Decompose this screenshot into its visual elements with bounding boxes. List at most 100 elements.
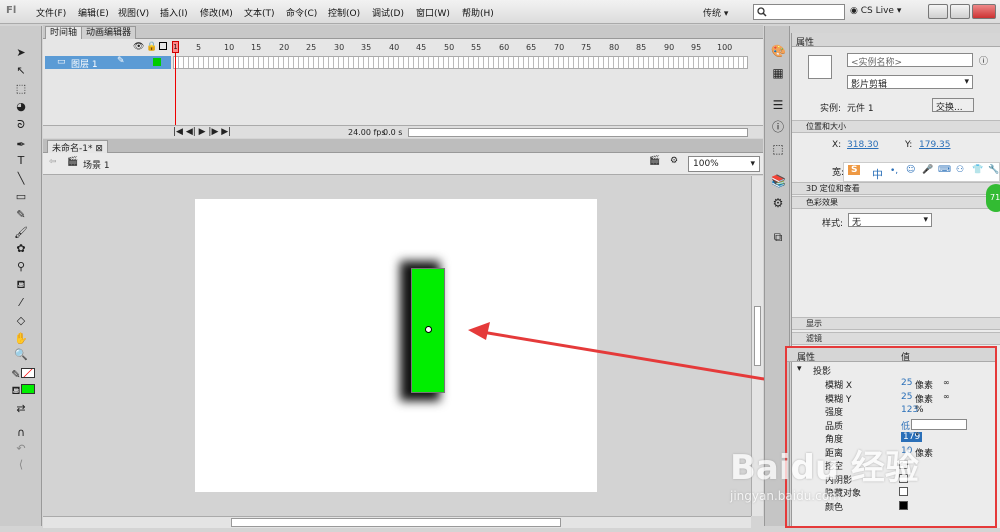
close-button[interactable] (972, 4, 996, 19)
link-icon[interactable]: ∞ (943, 392, 950, 401)
restore-button[interactable] (950, 4, 970, 19)
eyedropper-tool-icon[interactable]: ⁄ (13, 296, 29, 310)
transform-panel-icon[interactable]: ⬚ (771, 142, 785, 156)
frame-grid[interactable] (173, 56, 748, 69)
layer-row[interactable]: ▭ 图层 1 ✎ (45, 56, 171, 70)
position-size-section[interactable]: 位置和大小 (792, 120, 1000, 133)
wrench-icon[interactable]: 🔧 (988, 165, 999, 175)
filter-row[interactable]: 品质 低 (787, 418, 995, 432)
playback-controls[interactable]: |◀ ◀| ▶ |▶ ▶| (173, 127, 231, 137)
zoom-tool-icon[interactable]: 🔍 (13, 348, 29, 362)
paint-bucket-tool-icon[interactable]: ⛾ (13, 278, 29, 292)
edit-symbol-icon[interactable]: ⚙ (670, 156, 678, 166)
filter-row[interactable]: 模糊 Y 25 像素 ∞ (787, 392, 995, 405)
minimize-button[interactable] (928, 4, 948, 19)
skin-icon[interactable]: 👕 (972, 165, 983, 175)
color-panel-icon[interactable]: 🎨 (771, 44, 786, 58)
outline-icon[interactable] (159, 42, 167, 50)
keyboard-icon[interactable]: ⌨ (938, 165, 951, 175)
stroke-color-swatch[interactable]: ✎ (8, 368, 38, 382)
swap-button[interactable]: 交换... (932, 98, 974, 113)
menu-modify[interactable]: 修改(M) (200, 6, 233, 19)
movieclip-instance[interactable] (411, 268, 445, 393)
free-transform-tool-icon[interactable]: ⬚ (13, 82, 29, 96)
mic-icon[interactable]: 🎤 (922, 165, 933, 175)
lock-icon[interactable]: 🔒 (146, 42, 157, 52)
brush-tool-icon[interactable]: 🖌 (13, 226, 29, 240)
align-panel-icon[interactable]: ☰ (771, 98, 785, 112)
y-value[interactable]: 179.35 (919, 140, 951, 150)
menu-text[interactable]: 文本(T) (244, 6, 275, 19)
frame-ruler[interactable]: 1 5 10 15 20 25 30 35 40 45 50 55 60 65 … (173, 43, 748, 55)
help-search-input[interactable] (753, 4, 845, 20)
menu-help[interactable]: 帮助(H) (462, 6, 494, 19)
components-panel-icon[interactable]: ⚙ (771, 196, 785, 210)
time-value[interactable]: 0.0 s (383, 128, 402, 137)
deco-tool-icon[interactable]: ✿ (13, 242, 29, 256)
filters-section[interactable]: 滤镜 (792, 332, 1000, 345)
filter-row[interactable]: 强度 123% (787, 405, 995, 418)
help-icon[interactable]: ⓘ (979, 54, 988, 67)
filter-row-value[interactable]: 25 (901, 392, 912, 402)
fill-color-swatch[interactable]: ⛾ (8, 384, 38, 398)
zoom-select[interactable]: 100% ▾ (688, 156, 760, 172)
info-panel-icon[interactable]: ⓘ (771, 120, 785, 134)
straighten-icon[interactable]: ⟨ (13, 458, 29, 472)
menu-commands[interactable]: 命令(C) (286, 6, 317, 19)
menu-debug[interactable]: 调试(D) (372, 6, 404, 19)
edit-scene-icon[interactable]: 🎬 (649, 156, 660, 166)
eraser-tool-icon[interactable]: ◇ (13, 314, 29, 328)
playhead[interactable]: 1 (172, 41, 179, 138)
eye-icon[interactable]: 👁 (133, 42, 144, 52)
swap-colors-icon[interactable]: ⇄ (13, 402, 29, 416)
pen-tool-icon[interactable]: ✒ (13, 138, 29, 152)
scene-name[interactable]: 场景 1 (83, 158, 110, 171)
3d-section[interactable]: 3D 定位和查看 (792, 182, 1000, 195)
line-tool-icon[interactable]: ╲ (13, 172, 29, 186)
fps-value[interactable]: 24.00 fps (348, 128, 386, 137)
hand-tool-icon[interactable]: ✋ (13, 332, 29, 346)
filter-row-value[interactable]: 25 (901, 378, 912, 388)
cs-live-menu[interactable]: ◉ CS Live ▾ (850, 6, 901, 16)
library-panel-icon[interactable]: 📚 (771, 174, 786, 188)
menu-window[interactable]: 窗口(W) (416, 6, 450, 19)
timeline-hscrollbar[interactable] (408, 128, 748, 137)
symbol-type-select[interactable]: 影片剪辑 ▾ (847, 75, 973, 90)
workspace-switcher[interactable]: 传统 ▾ (703, 6, 728, 19)
color-style-select[interactable]: 无 ▾ (848, 213, 932, 228)
snap-magnet-icon[interactable]: ∩ (13, 426, 29, 440)
motion-presets-icon[interactable]: ⧉ (771, 230, 785, 244)
filter-row[interactable]: 模糊 X 25 像素 ∞ (787, 378, 995, 391)
menu-insert[interactable]: 插入(I) (160, 6, 188, 19)
color-effect-section[interactable]: 色彩效果 (792, 196, 1000, 209)
ime-punct[interactable]: •, (890, 166, 898, 176)
link-icon[interactable]: ∞ (943, 378, 950, 387)
quality-select[interactable] (911, 418, 967, 430)
user-icon[interactable]: ⚇ (956, 165, 964, 175)
ime-lang[interactable]: 中 (872, 166, 883, 182)
menu-view[interactable]: 视图(V) (118, 6, 149, 19)
display-section[interactable]: 显示 (792, 317, 1000, 330)
swatches-panel-icon[interactable]: ▦ (771, 66, 785, 80)
rectangle-tool-icon[interactable]: ▭ (13, 190, 29, 204)
menu-edit[interactable]: 编辑(E) (78, 6, 109, 19)
3d-rotation-tool-icon[interactable]: ◕ (13, 100, 29, 114)
menu-control[interactable]: 控制(O) (328, 6, 360, 19)
layer-color-swatch[interactable] (153, 58, 161, 66)
floating-badge[interactable]: 71 (986, 184, 1000, 212)
tab-timeline[interactable]: 时间轴 (45, 26, 83, 39)
lasso-tool-icon[interactable]: ᘐ (13, 118, 29, 132)
bone-tool-icon[interactable]: ⚲ (13, 260, 29, 274)
x-value[interactable]: 318.30 (847, 140, 879, 150)
instance-name-input[interactable]: <实例名称> (847, 53, 973, 68)
tab-motion-editor[interactable]: 动画编辑器 (81, 26, 137, 39)
menu-file[interactable]: 文件(F) (36, 6, 66, 19)
selection-tool-icon[interactable]: ➤ (13, 46, 29, 60)
expand-icon[interactable]: ▾ (797, 364, 802, 374)
pencil-tool-icon[interactable]: ✎ (13, 208, 29, 222)
smooth-icon[interactable]: ↶ (13, 442, 29, 456)
emoji-icon[interactable]: ☺ (906, 165, 915, 175)
back-arrow-icon[interactable]: ⇦ (49, 157, 57, 167)
text-tool-icon[interactable]: T (13, 154, 29, 168)
stage-hscrollbar[interactable] (43, 516, 751, 528)
